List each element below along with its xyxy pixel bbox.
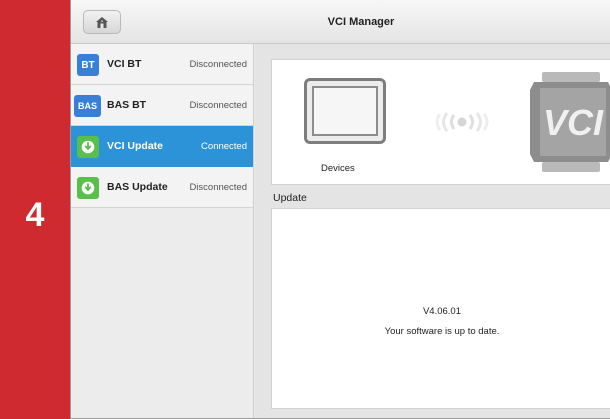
device-label: VCI BT bbox=[107, 58, 142, 70]
device-label: BAS BT bbox=[107, 99, 147, 111]
connection-status: Connected bbox=[201, 141, 247, 152]
devices-panel: Devices VCI bbox=[271, 59, 610, 185]
device-item-bas-update[interactable]: BAS Update Disconnected bbox=[71, 167, 253, 208]
bluetooth-badge-icon: BT bbox=[77, 54, 99, 76]
device-item-vci-update[interactable]: VCI Update Connected bbox=[71, 126, 253, 167]
download-icon bbox=[77, 177, 99, 199]
connection-status: Disconnected bbox=[189, 182, 247, 193]
update-section-title: Update bbox=[273, 192, 307, 204]
vci-device-icon: VCI bbox=[530, 72, 610, 172]
connection-status: Disconnected bbox=[189, 100, 247, 111]
home-icon bbox=[96, 16, 108, 28]
device-item-bas-bt[interactable]: BAS BAS BT Disconnected bbox=[71, 85, 253, 126]
firmware-version: V4.06.01 bbox=[422, 306, 462, 317]
device-list: BT VCI BT Disconnected BAS BAS BT Discon… bbox=[71, 44, 254, 418]
device-label: BAS Update bbox=[107, 181, 168, 193]
device-item-vci-bt[interactable]: BT VCI BT Disconnected bbox=[71, 44, 253, 85]
update-status-message: Your software is up to date. bbox=[384, 326, 500, 337]
main-panel: Devices VCI Update V4.06.01 Your softwar… bbox=[255, 44, 610, 418]
download-icon bbox=[77, 136, 99, 158]
step-number: 4 bbox=[25, 196, 45, 234]
connection-status: Disconnected bbox=[189, 59, 247, 70]
home-button[interactable] bbox=[83, 10, 121, 34]
device-label: VCI Update bbox=[107, 140, 164, 152]
vci-logo-text: VCI bbox=[543, 102, 604, 143]
devices-label: Devices bbox=[321, 163, 355, 174]
vci-manager-screen: VCI Manager BT VCI BT Disconnected BAS B… bbox=[70, 0, 610, 419]
title-bar: VCI Manager bbox=[71, 0, 610, 44]
bas-badge-icon: BAS bbox=[74, 95, 101, 117]
step-indicator: 4 bbox=[0, 0, 70, 419]
tablet-icon bbox=[304, 78, 386, 144]
update-panel: V4.06.01 Your software is up to date. bbox=[271, 208, 610, 409]
wireless-signal-icon bbox=[435, 112, 489, 132]
window-title: VCI Manager bbox=[327, 16, 395, 28]
